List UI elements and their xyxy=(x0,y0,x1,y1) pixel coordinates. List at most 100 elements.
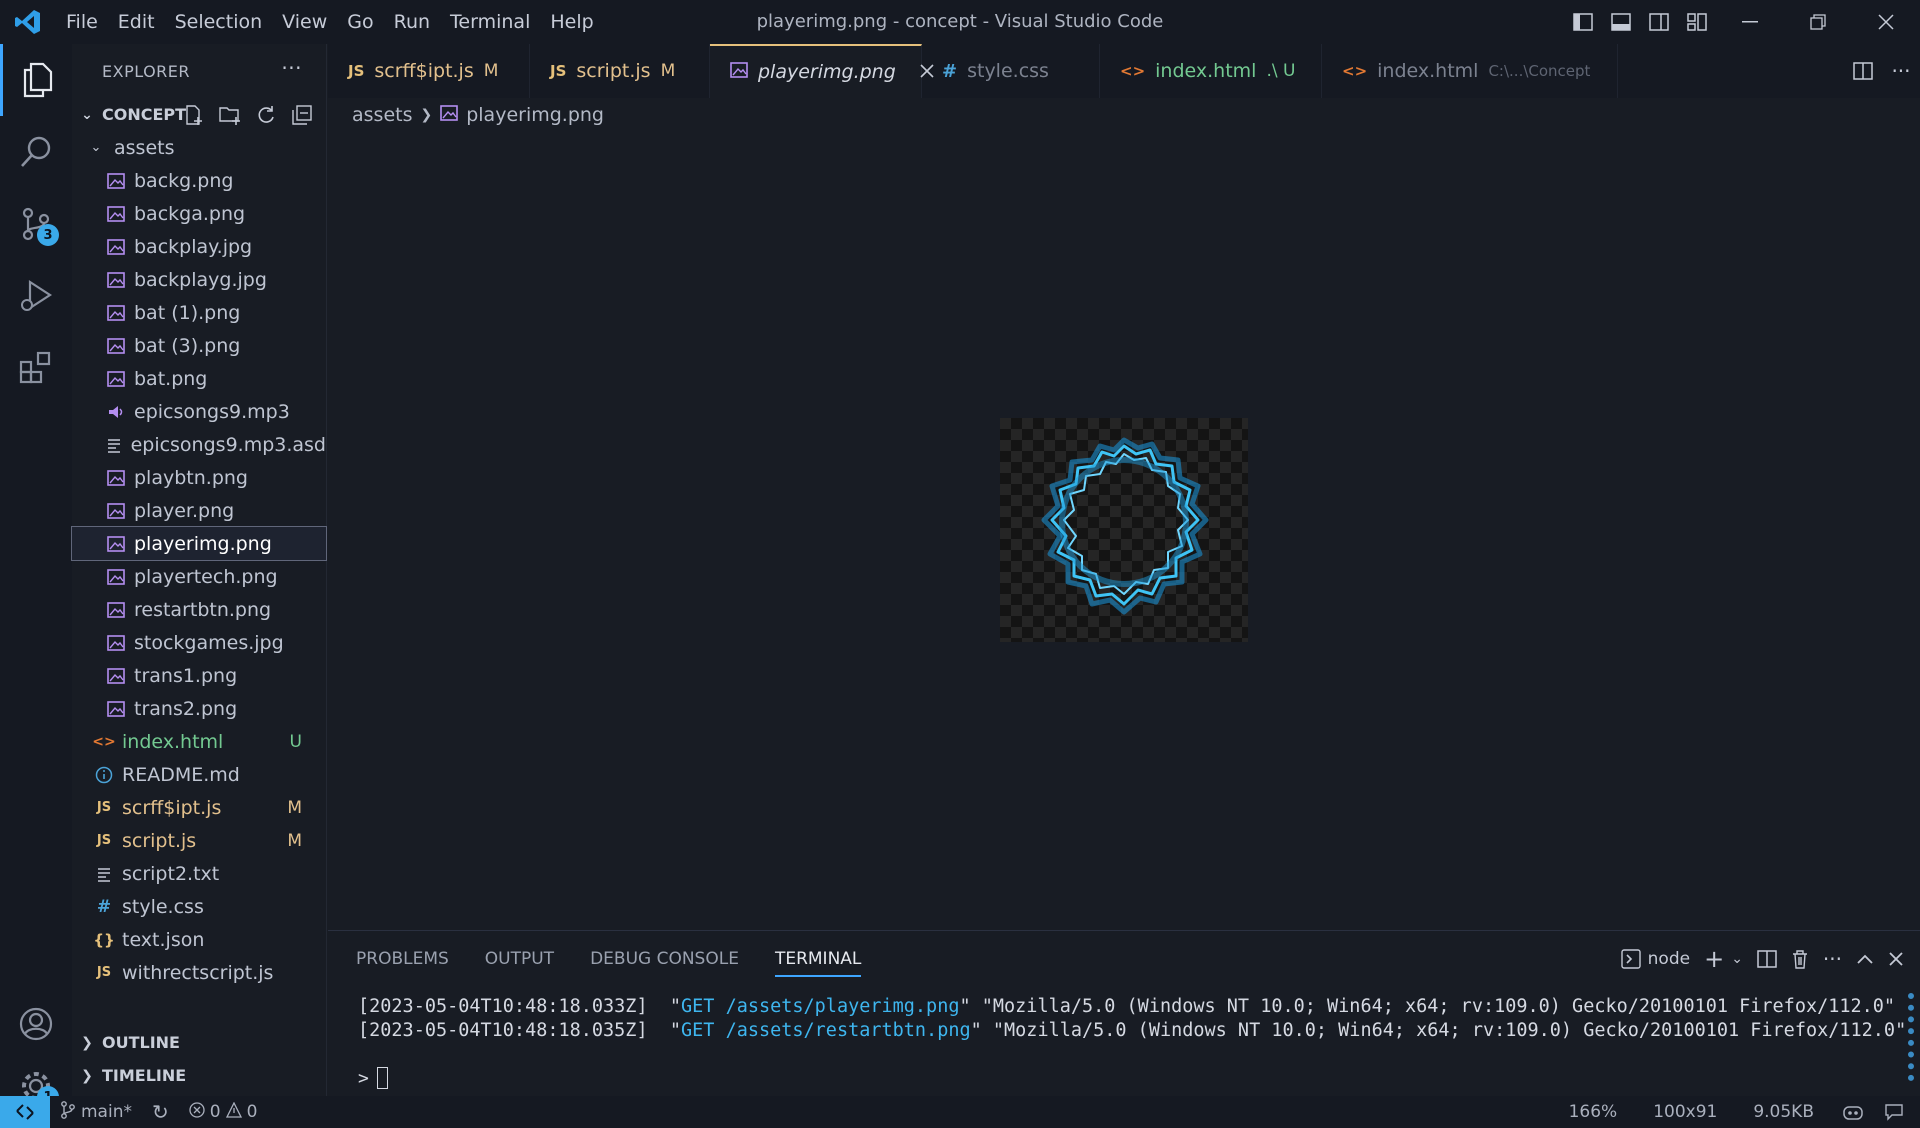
editor-tab[interactable]: playerimg.png xyxy=(710,44,934,98)
new-terminal-icon[interactable]: + xyxy=(1697,931,1731,987)
zoom-level[interactable]: 166% xyxy=(1551,1096,1636,1128)
editor-tab[interactable]: <> index.html .\ U xyxy=(1100,44,1322,98)
file-item[interactable]: epicsongs9.mp3 xyxy=(72,395,326,428)
branch-indicator[interactable]: main* xyxy=(50,1096,142,1128)
panel-tab-debug-console[interactable]: DEBUG CONSOLE xyxy=(590,931,739,987)
panel-tab-problems[interactable]: PROBLEMS xyxy=(356,931,449,987)
chevron-down-icon[interactable]: ⌄ xyxy=(1731,931,1750,987)
maximize-panel-icon[interactable] xyxy=(1849,931,1881,987)
file-item[interactable]: bat (1).png xyxy=(72,296,326,329)
new-file-icon[interactable] xyxy=(178,102,210,128)
panel-tab-terminal[interactable]: TERMINAL xyxy=(774,931,862,987)
file-item[interactable]: trans1.png xyxy=(72,659,326,692)
file-item[interactable]: README.md xyxy=(72,758,326,791)
editor-tab[interactable]: <> index.html C:\...\Concept xyxy=(1322,44,1618,98)
error-count: 0 xyxy=(209,1102,221,1122)
menu-file[interactable]: File xyxy=(56,0,108,44)
run-debug-icon[interactable] xyxy=(0,260,72,332)
breadcrumb-file[interactable]: playerimg.png xyxy=(466,104,604,126)
file-item[interactable]: bat (3).png xyxy=(72,329,326,362)
search-icon[interactable] xyxy=(0,116,72,188)
image-file-icon xyxy=(106,633,126,653)
image-file-icon xyxy=(440,104,459,126)
menu-bar: File Edit Selection View Go Run Terminal Help xyxy=(56,0,604,44)
minimize-icon[interactable] xyxy=(1716,0,1784,44)
new-folder-icon[interactable] xyxy=(214,102,246,128)
file-item[interactable]: backplay.jpg xyxy=(72,230,326,263)
menu-terminal[interactable]: Terminal xyxy=(440,0,540,44)
close-window-icon[interactable] xyxy=(1852,0,1920,44)
file-item[interactable]: JS withrectscript.js xyxy=(72,956,326,989)
file-item[interactable]: # style.css xyxy=(72,890,326,923)
extensions-icon[interactable] xyxy=(0,332,72,404)
file-item[interactable]: {} text.json xyxy=(72,923,326,956)
editor-tab[interactable]: # style.css xyxy=(922,44,1100,98)
file-name: style.css xyxy=(122,895,204,918)
menu-view[interactable]: View xyxy=(272,0,337,44)
file-item[interactable]: JS scrff$ipt.js M xyxy=(72,791,326,824)
log-timestamp: [2023-05-04T10:48:18.035Z] xyxy=(358,1020,648,1041)
file-item[interactable]: playbtn.png xyxy=(72,461,326,494)
file-item[interactable]: JS script.js M xyxy=(72,824,326,857)
git-status: U xyxy=(289,731,302,752)
file-item[interactable]: restartbtn.png xyxy=(72,593,326,626)
file-name: playbtn.png xyxy=(134,466,248,489)
terminal-line: [2023-05-04T10:48:18.033Z] "GET /assets/… xyxy=(358,996,1896,1017)
terminal-output[interactable]: [2023-05-04T10:48:18.033Z] "GET /assets/… xyxy=(358,995,1906,1043)
menu-edit[interactable]: Edit xyxy=(108,0,165,44)
timeline-section[interactable]: ❯ TIMELINE xyxy=(72,1059,327,1092)
warning-count: 0 xyxy=(246,1102,258,1122)
more-actions-icon[interactable]: ··· xyxy=(1882,44,1920,98)
explorer-icon[interactable] xyxy=(0,44,72,116)
file-item[interactable]: script2.txt xyxy=(72,857,326,890)
menu-run[interactable]: Run xyxy=(384,0,440,44)
terminal-icon[interactable] xyxy=(1614,931,1648,987)
problems-indicator[interactable]: 0 0 xyxy=(179,1096,268,1128)
toggle-panel-icon[interactable] xyxy=(1602,0,1640,44)
file-item[interactable]: backplayg.jpg xyxy=(72,263,326,296)
terminal-prompt[interactable]: > xyxy=(358,1067,388,1089)
toggle-primary-sidebar-icon[interactable] xyxy=(1564,0,1602,44)
account-icon[interactable] xyxy=(0,988,72,1060)
file-item[interactable]: backg.png xyxy=(72,164,326,197)
file-item[interactable]: bat.png xyxy=(72,362,326,395)
file-item[interactable]: trans2.png xyxy=(72,692,326,725)
close-panel-icon[interactable] xyxy=(1881,931,1920,987)
file-item[interactable]: epicsongs9.mp3.asd xyxy=(72,428,326,461)
split-editor-icon[interactable] xyxy=(1844,44,1882,98)
source-control-icon[interactable]: 3 xyxy=(0,188,72,260)
folder-header[interactable]: ⌄ CONCEPT xyxy=(72,98,326,131)
menu-selection[interactable]: Selection xyxy=(165,0,273,44)
panel-tab-output[interactable]: OUTPUT xyxy=(485,931,554,987)
split-terminal-icon[interactable] xyxy=(1750,931,1784,987)
editor-tab[interactable]: JS scrff$ipt.js M xyxy=(328,44,530,98)
assets-folder[interactable]: ⌄ assets xyxy=(72,131,326,164)
kill-terminal-icon[interactable] xyxy=(1784,931,1816,987)
breadcrumb-folder[interactable]: assets xyxy=(352,104,412,126)
restore-icon[interactable] xyxy=(1784,0,1852,44)
file-item[interactable]: playerimg.png xyxy=(71,526,327,561)
menu-go[interactable]: Go xyxy=(337,0,383,44)
file-item[interactable]: playertech.png xyxy=(72,560,326,593)
file-item[interactable]: <> index.html U xyxy=(72,725,326,758)
file-item[interactable]: player.png xyxy=(72,494,326,527)
feedback-icon[interactable] xyxy=(1874,1096,1920,1128)
shell-name[interactable]: node xyxy=(1648,931,1697,987)
sync-icon[interactable]: ↻ xyxy=(142,1096,179,1128)
html-file-icon: <> xyxy=(1120,62,1146,80)
editor-tab[interactable]: JS script.js M xyxy=(530,44,710,98)
toggle-secondary-sidebar-icon[interactable] xyxy=(1640,0,1678,44)
menu-help[interactable]: Help xyxy=(540,0,603,44)
file-name: bat.png xyxy=(134,367,208,390)
customize-layout-icon[interactable] xyxy=(1678,0,1716,44)
file-item[interactable]: backga.png xyxy=(72,197,326,230)
more-actions-icon[interactable]: ··· xyxy=(281,56,302,80)
refresh-icon[interactable] xyxy=(250,102,282,128)
copilot-icon[interactable] xyxy=(1832,1096,1874,1128)
remote-icon[interactable] xyxy=(0,1096,50,1128)
more-actions-icon[interactable]: ··· xyxy=(1816,931,1849,987)
outline-section[interactable]: ❯ OUTLINE xyxy=(72,1026,327,1059)
terminal-scrollbar[interactable] xyxy=(1908,993,1914,1081)
collapse-all-icon[interactable] xyxy=(286,102,318,128)
file-item[interactable]: stockgames.jpg xyxy=(72,626,326,659)
